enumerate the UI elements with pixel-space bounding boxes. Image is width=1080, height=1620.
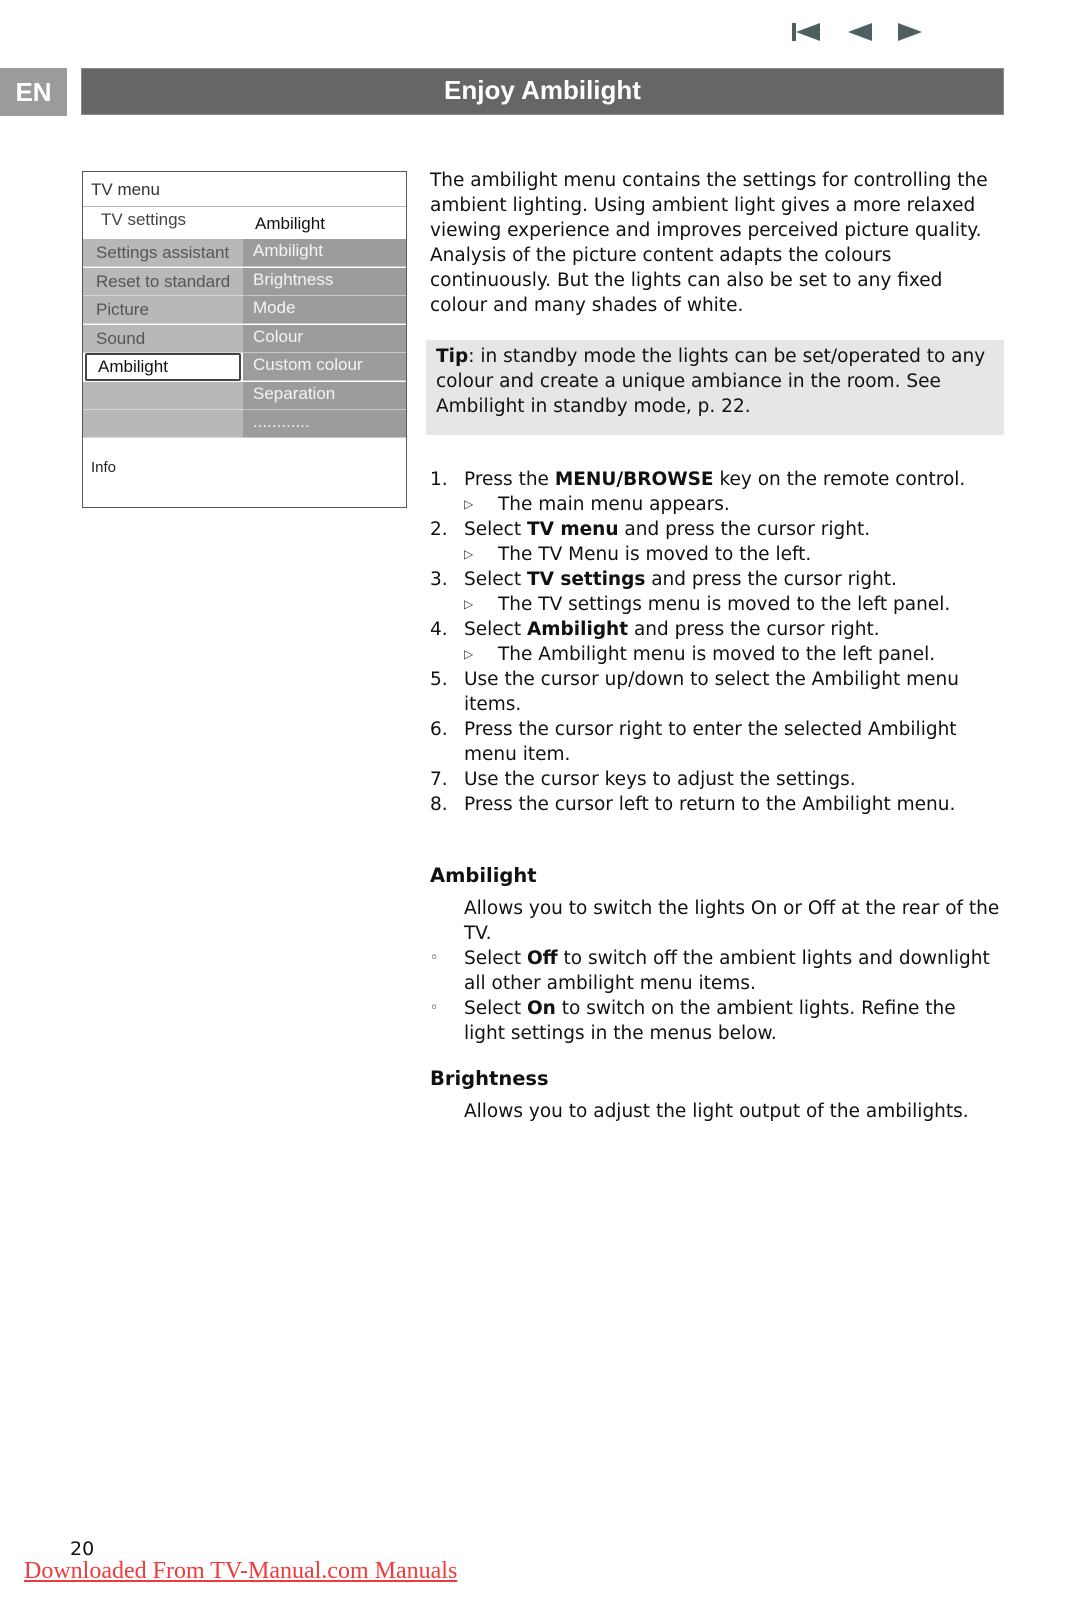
- tip-box: Tip: in standby mode the lights can be s…: [426, 340, 1004, 435]
- bullet-list: ◦ Select Off to switch off the ambient li…: [430, 946, 1000, 1046]
- menu-item-left[interactable]: Picture: [83, 296, 243, 324]
- info-label: Info: [91, 459, 117, 476]
- download-source-link[interactable]: Downloaded From TV-Manual.com Manuals: [24, 1558, 457, 1585]
- submenu-item-label: Colour: [253, 326, 304, 346]
- submenu-item-label: Brightness: [253, 269, 334, 289]
- menu-item-left[interactable]: [83, 381, 243, 410]
- step-number: 1.: [430, 469, 448, 490]
- menu-row: Ambilight Custom colour: [83, 353, 406, 381]
- breadcrumb-tv-settings: TV settings: [101, 210, 187, 229]
- section-ambilight: Ambilight Allows you to switch the light…: [430, 863, 1000, 1046]
- step-item: 3. Select TV settings and press the curso…: [430, 569, 897, 590]
- step-item: 7. Use the cursor keys to adjust the sett…: [430, 769, 856, 790]
- bullet-circle-icon: ◦: [430, 950, 439, 966]
- submenu-item-label: Separation: [253, 383, 336, 403]
- tip-label: Tip: [436, 346, 469, 367]
- submenu-item-label: Mode: [253, 298, 296, 317]
- menu-row: Reset to standard Brightness: [83, 267, 406, 296]
- bullet-circle-icon: ◦: [430, 1000, 439, 1016]
- step-number: 3.: [430, 569, 448, 590]
- submenu-item[interactable]: Colour: [243, 324, 406, 353]
- submenu-item[interactable]: Custom colour: [243, 353, 406, 381]
- step-number: 8.: [430, 794, 448, 815]
- menu-item-left[interactable]: Sound: [83, 324, 243, 353]
- section-description: Allows you to switch the lights On or Of…: [464, 898, 1000, 944]
- section-description: Allows you to adjust the light output of…: [464, 1101, 969, 1122]
- section-brightness: Brightness Allows you to adjust the ligh…: [430, 1066, 1000, 1124]
- bullet-item: ◦ Select On to switch on the ambient ligh…: [430, 998, 956, 1044]
- step-number: 4.: [430, 619, 448, 640]
- next-page-icon: [898, 23, 922, 41]
- submenu-item-label: Custom colour: [253, 355, 363, 374]
- submenu-item-label: ............: [253, 412, 310, 431]
- step-item: 2. Select TV menu and press the cursor ri…: [430, 519, 871, 540]
- step-result: ▷ The Ambilight menu is moved to the left…: [464, 644, 936, 665]
- language-tab: EN: [0, 68, 67, 116]
- tv-menu-illustration: TV menu TV settings Ambilight Settings a…: [82, 171, 407, 508]
- menu-item-label: Ambilight: [98, 357, 168, 376]
- page-navigation: [790, 20, 946, 48]
- key-term: On: [526, 998, 556, 1019]
- key-term: TV settings: [526, 569, 646, 590]
- step-result: ▷ The main menu appears.: [464, 494, 730, 515]
- next-page-button[interactable]: [894, 20, 946, 48]
- first-page-button[interactable]: [790, 20, 842, 48]
- previous-page-button[interactable]: [842, 20, 894, 48]
- menu-item-left[interactable]: [83, 410, 243, 438]
- steps-list: 1. Press the MENU/BROWSE key on the remot…: [430, 467, 1000, 817]
- intro-paragraph: The ambilight menu contains the settings…: [430, 170, 988, 316]
- submenu-item[interactable]: ............: [243, 410, 406, 438]
- submenu-item[interactable]: Ambilight: [243, 239, 406, 267]
- page-number: 20: [70, 1538, 95, 1560]
- step-item: 6. Press the cursor right to enter the se…: [430, 719, 957, 765]
- menu-item-left[interactable]: Reset to standard: [83, 267, 243, 296]
- menu-item-selected[interactable]: Ambilight: [85, 353, 241, 381]
- key-term: TV menu: [526, 519, 619, 540]
- step-number: 6.: [430, 719, 448, 740]
- step-item: 1. Press the MENU/BROWSE key on the remot…: [430, 469, 966, 490]
- bullet-item: ◦ Select Off to switch off the ambient li…: [430, 948, 990, 994]
- step-item: 4. Select Ambilight and press the cursor …: [430, 619, 880, 640]
- menu-rows: Settings assistant Ambilight Reset to stan…: [83, 239, 406, 438]
- step-result: ▷ The TV Menu is moved to the left.: [464, 544, 812, 565]
- previous-page-icon: [848, 23, 872, 41]
- menu-item-left[interactable]: Settings assistant: [83, 239, 243, 267]
- result-arrow-icon: ▷: [464, 647, 474, 661]
- submenu-item[interactable]: Mode: [243, 296, 406, 324]
- tv-menu-title: TV menu: [91, 180, 160, 199]
- step-number: 7.: [430, 769, 448, 790]
- result-arrow-icon: ▷: [464, 547, 474, 561]
- page-title: Enjoy Ambilight: [444, 75, 641, 105]
- menu-row: Picture Mode: [83, 296, 406, 324]
- breadcrumb-ambilight: Ambilight: [255, 214, 325, 233]
- menu-item-label: Picture: [96, 300, 149, 319]
- submenu-item[interactable]: Brightness: [243, 267, 406, 296]
- submenu-item-label: Ambilight: [253, 241, 323, 260]
- menu-item-label: Settings assistant: [96, 243, 230, 262]
- section-heading: Ambilight: [430, 864, 537, 887]
- skip-to-first-icon: [792, 23, 820, 41]
- menu-row: Settings assistant Ambilight: [83, 239, 406, 267]
- tip-text: Tip: in standby mode the lights can be s…: [436, 346, 986, 417]
- key-term: Off: [526, 948, 558, 969]
- step-number: 5.: [430, 669, 448, 690]
- menu-row: Sound Colour: [83, 324, 406, 353]
- menu-row: ............: [83, 410, 406, 438]
- result-arrow-icon: ▷: [464, 597, 474, 611]
- result-arrow-icon: ▷: [464, 497, 474, 511]
- step-number: 2.: [430, 519, 448, 540]
- menu-item-label: Sound: [96, 328, 146, 348]
- divider: [83, 206, 406, 207]
- page-title-bar: Enjoy Ambilight: [81, 68, 1004, 115]
- step-result: ▷ The TV settings menu is moved to the le…: [464, 594, 951, 615]
- menu-item-label: Reset to standard: [96, 271, 231, 291]
- step-item: 8. Press the cursor left to return to the…: [430, 794, 956, 815]
- section-heading: Brightness: [430, 1067, 549, 1090]
- key-term: MENU/BROWSE: [554, 469, 714, 490]
- submenu-item[interactable]: Separation: [243, 381, 406, 410]
- step-item: 5. Use the cursor up/down to select the A…: [430, 669, 959, 715]
- menu-row: Separation: [83, 381, 406, 410]
- instruction-steps: 1. Press the MENU/BROWSE key on the remot…: [430, 467, 1000, 817]
- key-term: Ambilight: [526, 619, 629, 640]
